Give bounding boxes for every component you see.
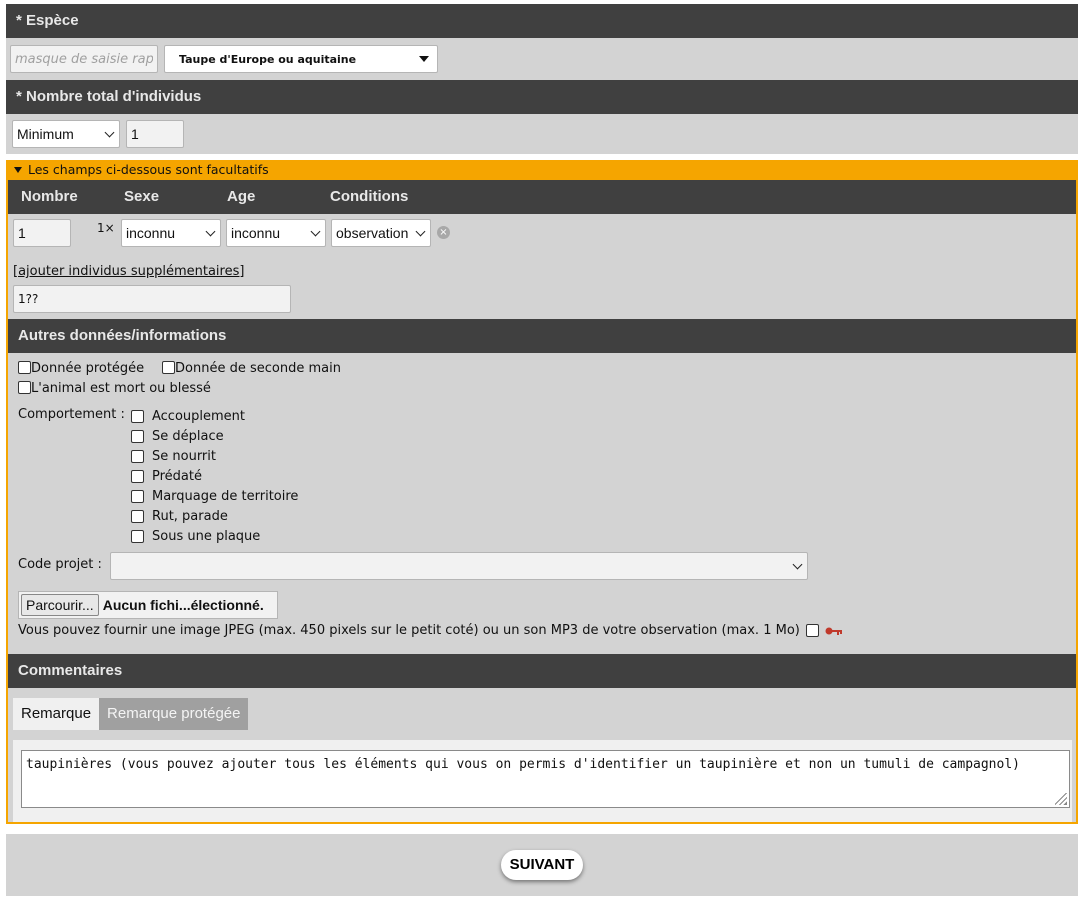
individu-count-input[interactable]	[13, 219, 71, 247]
chevron-down-icon	[310, 226, 321, 236]
commentaires-header: Commentaires	[8, 654, 1076, 688]
comment-tabs: Remarque Remarque protégée	[13, 698, 1072, 730]
comportement-label-item: Accouplement	[152, 408, 246, 424]
comportement-option[interactable]: Prédaté	[131, 466, 298, 486]
comportement-checkbox[interactable]	[131, 429, 144, 443]
comportement-checkbox[interactable]	[131, 469, 144, 483]
age-select[interactable]: inconnu	[226, 219, 326, 247]
comportement-label-item: Sous une plaque	[152, 528, 261, 544]
col-nombre: Nombre	[21, 188, 78, 205]
comportement-option[interactable]: Sous une plaque	[131, 526, 298, 546]
comportement-checkbox[interactable]	[131, 529, 144, 543]
remarque-text: taupinières (vous pouvez ajouter tous le…	[26, 757, 1020, 772]
optional-toggle[interactable]: Les champs ci-dessous sont facultatifs	[8, 160, 1076, 180]
comportement-label-item: Se nourrit	[152, 448, 216, 464]
animal-mort-label: L'animal est mort ou blessé	[31, 381, 211, 396]
seconde-main-option[interactable]: Donnée de seconde main	[162, 361, 341, 376]
comment-box: taupinières (vous pouvez ajouter tous le…	[13, 740, 1072, 822]
seconde-main-checkbox[interactable]	[162, 361, 175, 374]
individus-columns-header: Nombre Sexe Age Conditions	[8, 180, 1076, 214]
chevron-down-icon	[205, 226, 216, 236]
remarque-textarea[interactable]: taupinières (vous pouvez ajouter tous le…	[21, 750, 1070, 808]
nombre-total-row: Minimum	[6, 114, 1078, 154]
chevron-down-icon	[792, 559, 803, 569]
col-age: Age	[227, 188, 256, 205]
chevron-down-icon	[415, 226, 426, 236]
commentaires-panel: Remarque Remarque protégée taupinières (…	[8, 688, 1076, 822]
individus-panel: 1× inconnu inconnu observation × [ajoute…	[8, 214, 1076, 319]
comportement-checkbox[interactable]	[131, 449, 144, 463]
file-hint-text: Vous pouvez fournir une image JPEG (max.…	[18, 623, 800, 638]
optional-section: Les champs ci-dessous sont facultatifs N…	[6, 160, 1078, 824]
media-hint-row: Vous pouvez fournir une image JPEG (max.…	[18, 623, 843, 638]
multiplier-label: 1×	[97, 221, 115, 235]
comportement-checkbox[interactable]	[131, 409, 144, 423]
browse-button[interactable]: Parcourir...	[21, 594, 99, 616]
file-status: Aucun fichi...électionné.	[102, 597, 264, 613]
sexe-value: inconnu	[126, 225, 176, 241]
quick-input-field[interactable]	[10, 45, 158, 73]
comportement-checkbox[interactable]	[131, 509, 144, 523]
age-value: inconnu	[231, 225, 281, 241]
espece-header: * Espèce	[6, 4, 1078, 38]
file-input[interactable]: Parcourir... Aucun fichi...électionné.	[18, 591, 278, 619]
sexe-select[interactable]: inconnu	[121, 219, 221, 247]
code-projet-select[interactable]	[110, 552, 808, 580]
tab-remarque-protegee[interactable]: Remarque protégée	[99, 698, 249, 730]
add-individuals-link[interactable]: [ajouter individus supplémentaires]	[13, 264, 244, 279]
conditions-value: observation	[336, 225, 409, 241]
seconde-main-label: Donnée de seconde main	[175, 361, 341, 376]
key-icon	[825, 627, 842, 635]
chevron-down-icon	[104, 127, 115, 137]
resize-grip-icon[interactable]	[1055, 793, 1067, 805]
optional-toggle-label: Les champs ci-dessous sont facultatifs	[28, 162, 269, 177]
comportement-items: Accouplement Se déplace Se nourrit Prédaté M…	[131, 406, 298, 546]
nombre-total-input[interactable]	[126, 120, 184, 148]
animal-mort-checkbox[interactable]	[18, 381, 31, 394]
comportement-option[interactable]: Rut, parade	[131, 506, 298, 526]
col-conditions: Conditions	[330, 188, 409, 205]
comportement-label-item: Se déplace	[152, 428, 224, 444]
media-protected-checkbox[interactable]	[805, 624, 819, 637]
comportement-option[interactable]: Se déplace	[131, 426, 298, 446]
comportement-label-item: Rut, parade	[152, 508, 228, 524]
tab-remarque[interactable]: Remarque	[13, 698, 100, 730]
donnee-protegee-label: Donnée protégée	[31, 361, 145, 376]
donnee-protegee-option[interactable]: Donnée protégée	[18, 361, 144, 376]
espece-select[interactable]: Taupe d'Europe ou aquitaine	[164, 45, 438, 73]
nombre-mode-select[interactable]: Minimum	[12, 120, 120, 148]
autres-header: Autres données/informations	[8, 319, 1076, 353]
comportement-checkbox[interactable]	[131, 489, 144, 503]
nombre-total-header: * Nombre total d'individus	[6, 80, 1078, 114]
footer: SUIVANT	[6, 834, 1078, 896]
comportement-option[interactable]: Marquage de territoire	[131, 486, 298, 506]
comportement-list: Accouplement Se déplace Se nourrit Prédaté M…	[8, 406, 408, 546]
next-button[interactable]: SUIVANT	[500, 850, 584, 880]
animal-mort-option[interactable]: L'animal est mort ou blessé	[18, 381, 211, 396]
conditions-select[interactable]: observation	[331, 219, 431, 247]
comportement-label-item: Prédaté	[152, 468, 202, 484]
comportement-option[interactable]: Se nourrit	[131, 446, 298, 466]
remove-circle-icon[interactable]: ×	[437, 226, 450, 239]
comportement-label-item: Marquage de territoire	[152, 488, 299, 504]
autres-panel: Donnée protégée Donnée de seconde main L…	[8, 353, 1076, 654]
comportement-option[interactable]: Accouplement	[131, 406, 298, 426]
donnee-protegee-checkbox[interactable]	[18, 361, 31, 374]
dropdown-arrow-icon	[419, 56, 429, 62]
espece-selected: Taupe d'Europe ou aquitaine	[179, 52, 357, 66]
observation-form: * Espèce Taupe d'Europe ou aquitaine * N…	[6, 4, 1078, 896]
code-projet-label: Code projet :	[18, 557, 102, 572]
toggle-triangle-icon	[14, 167, 22, 173]
espece-row: Taupe d'Europe ou aquitaine	[6, 38, 1078, 80]
nombre-mode-value: Minimum	[17, 126, 74, 142]
individus-summary-field[interactable]	[13, 285, 291, 313]
col-sexe: Sexe	[124, 188, 160, 205]
